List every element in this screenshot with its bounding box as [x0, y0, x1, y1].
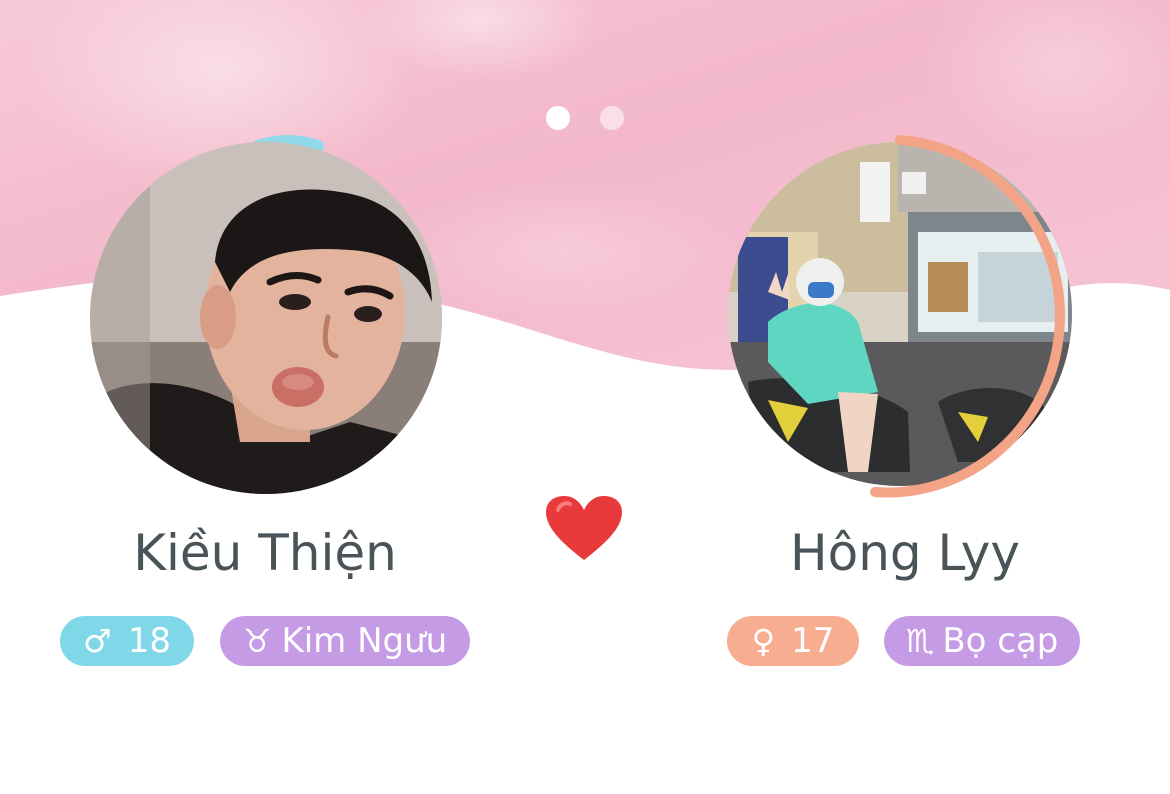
- avatar-left[interactable]: [90, 142, 442, 494]
- gender-age-badge-right: ♀ 17: [727, 616, 859, 666]
- carousel-pager: [546, 106, 624, 130]
- zodiac-left: Kim Ngưu: [281, 621, 448, 661]
- profile-name-right: Hông Lyy: [790, 524, 1020, 582]
- heart-icon: [546, 496, 622, 560]
- age-left: 18: [127, 621, 171, 661]
- age-right: 17: [791, 621, 835, 661]
- zodiac-badge-left: ♉ Kim Ngưu: [220, 616, 470, 666]
- profile-name-left: Kiều Thiện: [133, 524, 397, 582]
- pager-dot-1[interactable]: [546, 106, 570, 130]
- gender-age-badge-left: ♂ 18: [60, 616, 194, 666]
- male-icon: ♂: [83, 622, 112, 660]
- profile-ring-right: [870, 135, 1065, 498]
- zodiac-right: Bọ cạp: [942, 621, 1059, 661]
- pager-dot-2[interactable]: [600, 106, 624, 130]
- zodiac-badge-right: ♏ Bọ cạp: [884, 616, 1080, 666]
- taurus-icon: ♉: [242, 622, 272, 660]
- scorpio-icon: ♏: [905, 622, 935, 660]
- female-icon: ♀: [751, 622, 776, 660]
